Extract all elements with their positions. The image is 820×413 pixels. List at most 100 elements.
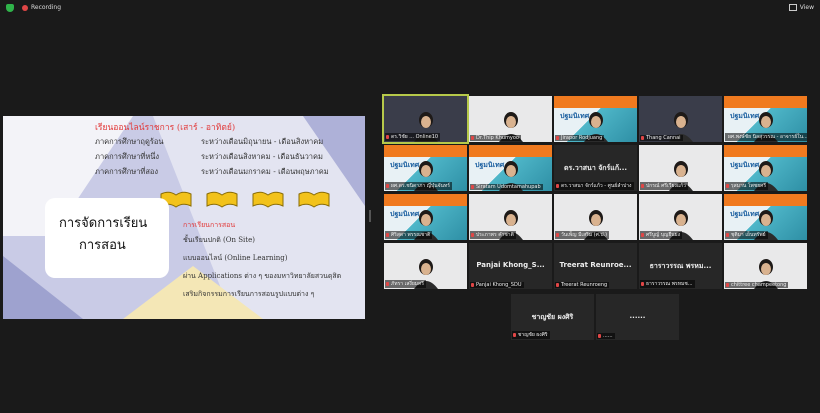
participant-name: ชาญชัย ผงศิริ <box>518 332 548 338</box>
participant-name: ดร.วาสนา จักร์แก้ว - ศูนย์ลำปาง <box>561 183 632 189</box>
participant-tile[interactable]: ปฐมนิเทศ ชุติมา เย็นทรัพย์ <box>724 194 807 240</box>
participant-tile[interactable]: ชาญชัย ผงศิริ ชาญชัย ผงศิริ <box>511 294 594 340</box>
participant-name-label: Treerat Reunroeng <box>555 282 610 288</box>
participant-tile[interactable]: ปฐมนิเทศ ผศ.ดร.ชนิดาภา ญี่ปุ่นจันทร์ <box>384 145 467 191</box>
participant-name-label: ชาญชัย ผงศิริ <box>512 331 550 339</box>
participant-tile[interactable]: ดร.วาสนา จักร์แก้... ดร.วาสนา จักร์แก้ว -… <box>554 145 637 191</box>
muted-mic-icon <box>386 233 389 237</box>
participant-name: ผศ.ดร.ชนิดาภา ญี่ปุ่นจันทร์ <box>391 183 450 189</box>
recording-label: Recording <box>31 4 62 11</box>
participant-name-label: Dr.Thip Khumyoo <box>470 135 521 141</box>
book-icon <box>206 191 238 208</box>
participant-name-label: วันเพ็ญ มีเสริม (ศ.ป.) <box>555 231 610 239</box>
participant-name: chittree champeetong <box>731 282 787 288</box>
participant-name: ดร.วิชัย ... Online10 <box>391 134 439 140</box>
muted-mic-icon <box>471 233 474 237</box>
participant-name: ปกรณ์ ศรีเวียงแก้ว <box>646 183 686 189</box>
participant-display-name: ธาราวรรณ พรหม... <box>649 262 712 270</box>
participant-name-label: ผศ.ดร.ชนิดาภา ญี่ปุ่นจันทร์ <box>385 182 452 190</box>
participant-name-label: ผศ.พงษ์ชัย นิลสุวรรณ - อาจารย์ใน... <box>725 133 807 141</box>
participant-name: Dr.Thip Khumyoo <box>476 135 519 141</box>
participant-name: Thang Cannai <box>646 135 681 141</box>
participant-name: ธาราวรรณ พรหมช... <box>646 281 693 287</box>
term-row-1: ภาคการศึกษาฤดูร้อน <box>95 137 164 146</box>
participant-tile[interactable]: ภัทรา เสงี่ยมศรี <box>384 243 467 289</box>
slide-title-box: การจัดการเรียน การสอน <box>45 198 169 278</box>
participant-tile[interactable]: ปฐมนิเทศ Siratam Udomtamahupab <box>469 145 552 191</box>
participant-name-label: Jirapor Rodjuang <box>555 135 605 141</box>
participant-name-label: ...... <box>597 333 615 339</box>
participant-tile[interactable]: ธาราวรรณ พรหม... ธาราวรรณ พรหมช... <box>639 243 722 289</box>
muted-mic-icon <box>641 233 644 237</box>
muted-mic-icon <box>556 136 559 140</box>
participant-name: ประภาพร คำชาติ <box>476 232 514 238</box>
muted-mic-icon <box>598 334 601 338</box>
period-row-3: ระหว่างเดือนมกราคม - เดือนพฤษภาคม <box>201 167 329 176</box>
participant-name-label: Panjai Khong_SDU <box>470 282 524 288</box>
muted-mic-icon <box>471 136 474 140</box>
method-3: ผ่าน Applications ต่าง ๆ ของมหาวิทยาลัยส… <box>183 272 342 280</box>
participant-tile[interactable]: ปฐมนิเทศ ผศ.พงษ์ชัย นิลสุวรรณ - อาจารย์ใน… <box>724 96 807 142</box>
participant-tile[interactable]: Dr.Thip Khumyoo <box>469 96 552 142</box>
muted-mic-icon <box>556 233 559 237</box>
participant-name: ...... <box>603 333 613 339</box>
participant-name: ศิริสุดา พรรณชาติ <box>391 232 431 238</box>
participant-name: ศรีบูญ์ บุญยืนยง <box>646 232 681 238</box>
participant-name: Panjai Khong_SDU <box>476 282 522 288</box>
participant-name: Siratam Udomtamahupab <box>476 184 541 190</box>
participant-name-label: Thang Cannai <box>640 135 683 141</box>
split-divider-handle[interactable] <box>369 210 371 222</box>
recording-indicator[interactable]: Recording <box>22 4 61 11</box>
participant-tile[interactable]: Thang Cannai <box>639 96 722 142</box>
muted-mic-icon <box>513 333 516 337</box>
participant-tile[interactable]: ปกรณ์ ศรีเวียงแก้ว <box>639 145 722 191</box>
participant-tile[interactable]: Treerat Reunroe... Treerat Reunroeng <box>554 243 637 289</box>
muted-mic-icon <box>386 135 389 139</box>
top-bar: Recording View <box>0 0 820 16</box>
record-icon <box>22 4 28 11</box>
muted-mic-icon <box>641 282 644 286</box>
participant-tile[interactable]: ดร.วิชัย ... Online10 <box>382 94 469 144</box>
participant-tile[interactable]: chittree champeetong <box>724 243 807 289</box>
participant-display-name: ...... <box>629 312 646 320</box>
participant-name: Jirapor Rodjuang <box>561 135 603 141</box>
participant-tile[interactable]: ศรีบูญ์ บุญยืนยง <box>639 194 722 240</box>
period-row-2: ระหว่างเดือนสิงหาคม - เดือนธันวาคม <box>201 152 323 161</box>
method-4: เสริมกิจกรรมการเรียนการสอนรูปแบบต่าง ๆ <box>183 290 315 298</box>
muted-mic-icon <box>726 184 729 188</box>
method-2: แบบออนไลน์ (Online Learning) <box>183 254 288 262</box>
book-icon <box>298 191 330 208</box>
participant-tile[interactable]: ปฐมนิเทศ Jirapor Rodjuang <box>554 96 637 142</box>
muted-mic-icon <box>641 136 644 140</box>
participant-tile[interactable]: ปฐมนิเทศ ศิริสุดา พรรณชาติ <box>384 194 467 240</box>
term-row-3: ภาคการศึกษาที่สอง <box>95 167 159 176</box>
muted-mic-icon <box>556 283 559 287</box>
participant-name: ผศ.พงษ์ชัย นิลสุวรรณ - อาจารย์ใน... <box>728 134 807 140</box>
participant-name-label: ศรีบูญ์ บุญยืนยง <box>640 231 683 239</box>
muted-mic-icon <box>726 233 729 237</box>
participant-name-label: ประภาพร คำชาติ <box>470 231 516 239</box>
muted-mic-icon <box>386 282 389 286</box>
slide-title-line2: การสอน <box>79 238 126 253</box>
participant-name: Treerat Reunroeng <box>561 282 608 288</box>
participant-name-label: Siratam Udomtamahupab <box>470 184 543 190</box>
muted-mic-icon <box>556 184 559 188</box>
view-button[interactable]: View <box>788 4 814 11</box>
participant-tile[interactable]: ปฐมนิเทศ รุสมาน โพชยศรี <box>724 145 807 191</box>
participant-tile[interactable]: ............ <box>596 294 679 340</box>
slide-title-line1: การจัดการเรียน <box>59 216 148 231</box>
participant-name-label: ดร.วิชัย ... Online10 <box>385 133 441 141</box>
participant-tile[interactable]: วันเพ็ญ มีเสริม (ศ.ป.) <box>554 194 637 240</box>
security-shield-icon[interactable] <box>6 4 14 12</box>
slide-header: เรียนออนไลน์ราชการ (เสาร์ - อาทิตย์) <box>95 123 236 133</box>
term-row-2: ภาคการศึกษาที่หนึ่ง <box>95 152 160 161</box>
muted-mic-icon <box>471 283 474 287</box>
participant-name-label: ศิริสุดา พรรณชาติ <box>385 231 433 239</box>
participant-display-name: ชาญชัย ผงศิริ <box>531 313 574 321</box>
view-label: View <box>799 4 814 11</box>
participant-tile[interactable]: Panjai Khong_S... Panjai Khong_SDU <box>469 243 552 289</box>
muted-mic-icon <box>386 184 389 188</box>
participant-tile[interactable]: ประภาพร คำชาติ <box>469 194 552 240</box>
participant-name-label: ธาราวรรณ พรหมช... <box>640 280 695 288</box>
participant-name: วันเพ็ญ มีเสริม (ศ.ป.) <box>561 232 608 238</box>
